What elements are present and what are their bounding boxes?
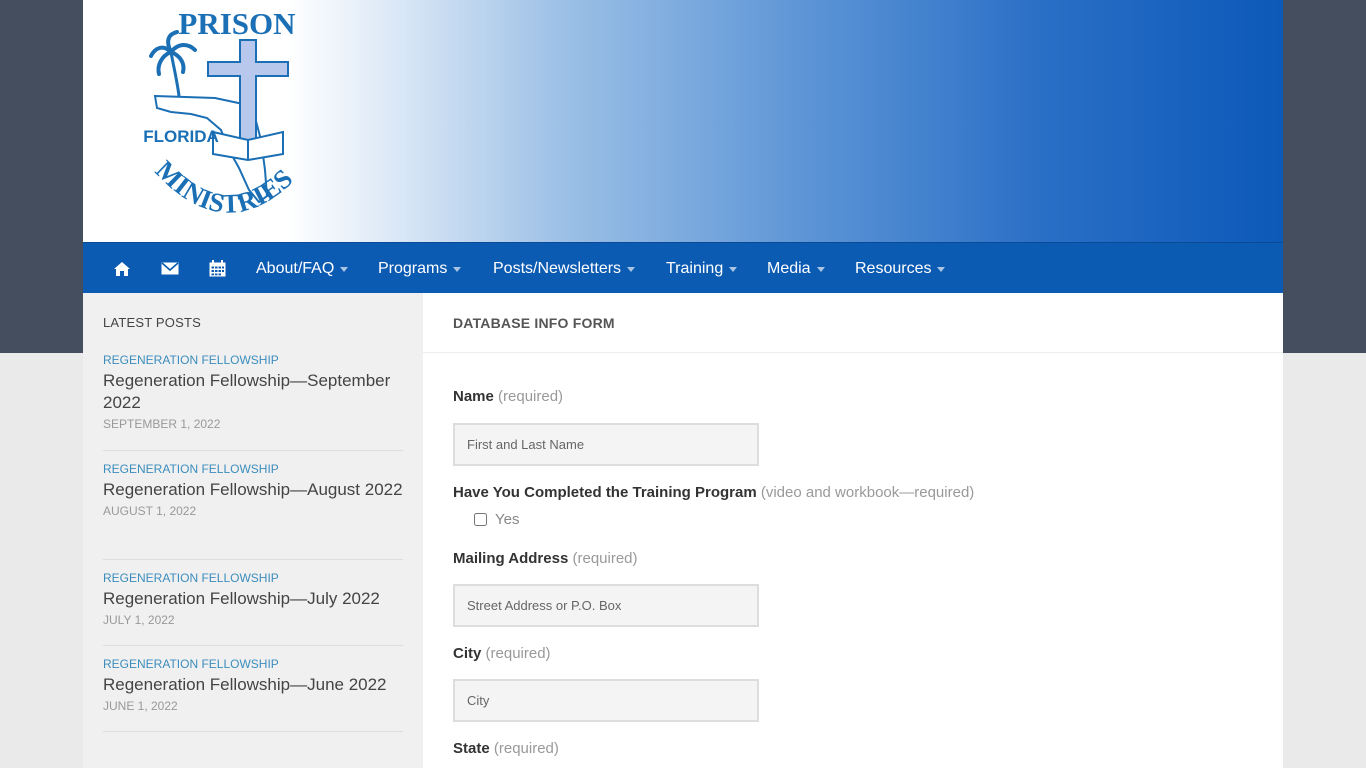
nav-label: Training bbox=[666, 259, 724, 277]
list-item: REGENERATION FELLOWSHIP Regeneration Fel… bbox=[103, 571, 403, 646]
post-category-link[interactable]: REGENERATION FELLOWSHIP bbox=[103, 571, 403, 585]
post-category-link[interactable]: REGENERATION FELLOWSHIP bbox=[103, 657, 403, 671]
page-wrapper: PRISON FLORIDA MINISTRIES About/FAQ Prog… bbox=[83, 0, 1283, 768]
nav-label: Media bbox=[767, 259, 811, 277]
nav-posts-newsletters[interactable]: Posts/Newsletters bbox=[493, 243, 636, 294]
nav-media[interactable]: Media bbox=[767, 243, 825, 294]
post-title-link[interactable]: Regeneration Fellowship—June 2022 bbox=[103, 674, 403, 696]
state-label: State (required) bbox=[453, 740, 559, 757]
nav-calendar[interactable] bbox=[209, 243, 226, 294]
chevron-down-icon bbox=[816, 267, 825, 272]
page-title: DATABASE INFO FORM bbox=[453, 315, 615, 331]
training-option: Yes bbox=[474, 511, 519, 528]
svg-text:PRISON: PRISON bbox=[178, 6, 295, 41]
post-date: JUNE 1, 2022 bbox=[103, 699, 178, 713]
label-text: State bbox=[453, 740, 490, 757]
list-item: REGENERATION FELLOWSHIP Regeneration Fel… bbox=[103, 353, 403, 451]
site-header: PRISON FLORIDA MINISTRIES bbox=[83, 0, 1283, 242]
city-field[interactable] bbox=[453, 679, 759, 722]
required-note: (required) bbox=[572, 550, 638, 567]
nav-contact[interactable] bbox=[161, 243, 179, 294]
logo-graphic: PRISON FLORIDA MINISTRIES bbox=[143, 6, 298, 219]
main-content: DATABASE INFO FORM Name (required) Have … bbox=[423, 293, 1283, 768]
chevron-down-icon bbox=[729, 267, 738, 272]
list-item: REGENERATION FELLOWSHIP Regeneration Fel… bbox=[103, 462, 403, 560]
home-icon bbox=[114, 261, 130, 276]
name-field[interactable] bbox=[453, 423, 759, 466]
label-text: Mailing Address bbox=[453, 550, 569, 567]
chevron-down-icon bbox=[937, 267, 946, 272]
nav-label: Resources bbox=[855, 259, 932, 277]
required-note: (required) bbox=[485, 645, 551, 662]
label-text: Have You Completed the Training Program bbox=[453, 484, 757, 501]
chevron-down-icon bbox=[627, 267, 636, 272]
required-note: (required) bbox=[498, 388, 564, 405]
content-header: DATABASE INFO FORM bbox=[423, 293, 1283, 353]
post-category-link[interactable]: REGENERATION FELLOWSHIP bbox=[103, 462, 403, 476]
post-date: AUGUST 1, 2022 bbox=[103, 504, 197, 518]
nav-label: Posts/Newsletters bbox=[493, 259, 622, 277]
site-logo[interactable]: PRISON FLORIDA MINISTRIES bbox=[143, 0, 323, 242]
nav-label: About/FAQ bbox=[256, 259, 335, 277]
nav-resources[interactable]: Resources bbox=[855, 243, 946, 294]
sidebar: LATEST POSTS REGENERATION FELLOWSHIP Reg… bbox=[83, 293, 423, 768]
required-note: (required) bbox=[493, 740, 559, 757]
svg-text:FLORIDA: FLORIDA bbox=[143, 127, 219, 146]
post-date: JULY 1, 2022 bbox=[103, 613, 175, 627]
label-text: City bbox=[453, 645, 482, 662]
address-field[interactable] bbox=[453, 584, 759, 627]
post-title-link[interactable]: Regeneration Fellowship—July 2022 bbox=[103, 588, 403, 610]
chevron-down-icon bbox=[340, 267, 349, 272]
checkbox-label: Yes bbox=[495, 511, 520, 528]
label-text: Name bbox=[453, 388, 494, 405]
main-navigation: About/FAQ Programs Posts/Newsletters Tra… bbox=[83, 242, 1283, 294]
city-label: City (required) bbox=[453, 645, 551, 662]
envelope-icon bbox=[161, 262, 179, 275]
sidebar-heading: LATEST POSTS bbox=[103, 315, 202, 330]
address-label: Mailing Address (required) bbox=[453, 550, 638, 567]
nav-programs[interactable]: Programs bbox=[378, 243, 462, 294]
training-yes-checkbox[interactable] bbox=[474, 513, 487, 526]
svg-text:MINISTRIES: MINISTRIES bbox=[150, 155, 298, 219]
calendar-icon bbox=[209, 260, 226, 277]
name-label: Name (required) bbox=[453, 388, 563, 405]
nav-training[interactable]: Training bbox=[666, 243, 738, 294]
post-category-link[interactable]: REGENERATION FELLOWSHIP bbox=[103, 353, 403, 367]
post-title-link[interactable]: Regeneration Fellowship—September 2022 bbox=[103, 370, 403, 414]
training-label: Have You Completed the Training Program … bbox=[453, 484, 974, 501]
list-item: REGENERATION FELLOWSHIP Regeneration Fel… bbox=[103, 657, 403, 732]
post-date: SEPTEMBER 1, 2022 bbox=[103, 417, 221, 431]
nav-home[interactable] bbox=[113, 243, 131, 294]
chevron-down-icon bbox=[453, 267, 462, 272]
required-note: (video and workbook—required) bbox=[760, 484, 975, 501]
nav-about-faq[interactable]: About/FAQ bbox=[256, 243, 349, 294]
post-title-link[interactable]: Regeneration Fellowship—August 2022 bbox=[103, 479, 403, 501]
nav-label: Programs bbox=[378, 259, 448, 277]
